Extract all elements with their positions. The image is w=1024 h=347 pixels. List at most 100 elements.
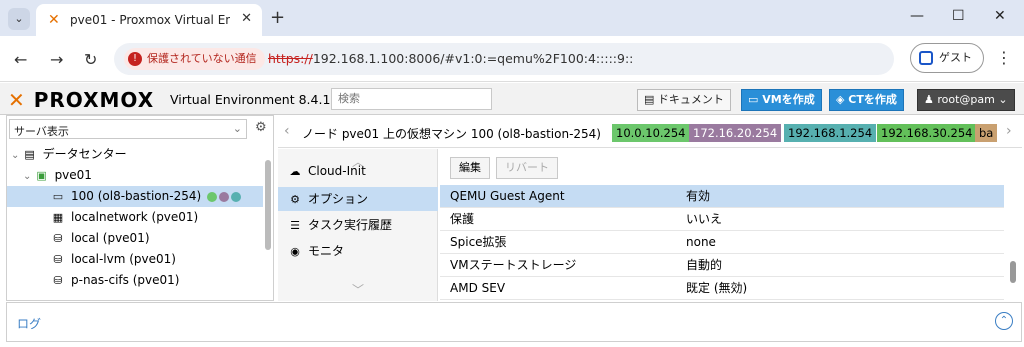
create-ct-label: CTを作成 [848, 93, 897, 106]
chevron-down-icon: ⌄ [232, 122, 242, 135]
tree-scrollbar[interactable] [265, 150, 271, 296]
gear-icon[interactable]: ⚙ [255, 120, 267, 135]
documentation-button[interactable]: ▤ ドキュメント [637, 89, 731, 111]
tree-item-storage[interactable]: ⛁ local (pve01) [7, 228, 263, 249]
tab-title: pve01 - Proxmox Virtual Environ [70, 13, 230, 27]
guest-profile-button[interactable]: ゲスト [910, 43, 984, 73]
profile-icon [919, 51, 933, 65]
resource-tree-panel: サーバ表示 ⌄ ⚙ ⌄ ▤ データセンター ⌄ ▣ pve01 ▭ 100 (ol8-b… [6, 115, 274, 301]
tree-item-vm[interactable]: ▭ 100 (ol8-bastion-254) [7, 186, 263, 207]
create-ct-button[interactable]: ◈ CTを作成 [829, 89, 904, 111]
scroll-down-icon[interactable]: ﹀ [352, 281, 364, 298]
gear-icon: ⚙ [290, 193, 300, 206]
tree-item-label: local-lvm (pve01) [71, 252, 176, 266]
storage-icon: ⛁ [53, 231, 63, 245]
tree-item-storage[interactable]: ⛁ local-lvm (pve01) [7, 249, 263, 270]
options-grid: QEMU Guest Agent 有効 保護 いいえ Spice拡張 none VMス… [440, 185, 1004, 301]
table-row[interactable]: VMステートストレージ 自動的 [440, 254, 1004, 277]
close-tab-icon[interactable]: ✕ [241, 11, 252, 26]
browser-tab[interactable]: ✕ pve01 - Proxmox Virtual Environ ✕ [36, 4, 262, 36]
submenu-item-cloud-init[interactable]: ☁ Cloud-Init [278, 159, 438, 183]
url-text[interactable]: https://192.168.1.100:8006/#v1:0:=qemu%2… [268, 51, 633, 66]
option-value: 自動的 [686, 258, 723, 272]
search-input[interactable] [331, 88, 492, 110]
breadcrumb-text: ノード pve01 上の仮想マシン 100 (ol8-bastion-254) [302, 127, 601, 141]
vm-submenu: ︿ ☁ Cloud-Init ⚙ オプション ☰ タスク実行履歴 ◉ モニタ ﹀ [278, 149, 438, 301]
tag-dot [207, 191, 217, 202]
proxmox-favicon-icon: ✕ [48, 12, 60, 28]
tag-badge: 192.168.30.254 [877, 124, 977, 142]
logo-text: PROXMOX [33, 88, 155, 112]
tree-item-node[interactable]: ⌄ ▣ pve01 [7, 165, 263, 186]
tree-item-label: p-nas-cifs (pve01) [71, 273, 180, 287]
forward-icon[interactable]: → [50, 50, 63, 69]
product-version: Virtual Environment 8.4.16 [170, 92, 339, 107]
book-icon: ▤ [644, 93, 658, 106]
security-label: 保護されていない通信 [147, 52, 257, 65]
minimize-icon[interactable]: — [910, 8, 924, 24]
tree-item-label: 100 (ol8-bastion-254) [71, 189, 202, 203]
submenu-label: オプション [308, 192, 369, 206]
edit-button[interactable]: 編集 [450, 157, 490, 179]
table-row[interactable]: 保護 いいえ [440, 208, 1004, 231]
vm-icon: ▭ [52, 189, 64, 203]
option-value: none [686, 235, 716, 249]
option-value: 既定 (無効) [686, 281, 748, 295]
chevron-down-icon: ⌄ [994, 93, 1008, 106]
submenu-item-options[interactable]: ⚙ オプション [278, 187, 438, 211]
chevron-left-icon[interactable]: ‹ [284, 123, 290, 139]
tree-item-label: local (pve01) [71, 231, 150, 245]
table-row[interactable]: QEMU Guest Agent 有効 [440, 185, 1004, 208]
network-icon: ▦ [52, 210, 64, 224]
security-warning[interactable]: ! 保護されていない通信 [124, 48, 265, 70]
maximize-icon[interactable]: ☐ [952, 8, 965, 24]
scrollbar-thumb[interactable] [1010, 261, 1016, 283]
back-icon[interactable]: ← [14, 50, 27, 69]
guest-label: ゲスト [939, 51, 972, 64]
log-label[interactable]: ログ [17, 315, 41, 332]
new-tab-button[interactable]: + [270, 7, 285, 28]
tag-badge: ba [975, 124, 998, 142]
storage-icon: ⛁ [53, 273, 63, 287]
expand-up-icon[interactable]: ⌃ [995, 312, 1013, 330]
docs-label: ドキュメント [657, 93, 724, 106]
create-vm-label: VMを作成 [762, 93, 815, 106]
table-row[interactable]: AMD SEV 既定 (無効) [440, 277, 1004, 300]
create-vm-button[interactable]: ▭ VMを作成 [741, 89, 822, 111]
tree-item-datacenter[interactable]: ⌄ ▤ データセンター [7, 144, 263, 165]
url-box[interactable]: ! 保護されていない通信 https://192.168.1.100:8006/#… [114, 43, 894, 75]
node-icon: ▣ [36, 168, 47, 182]
cloud-icon: ☁ [289, 165, 301, 178]
close-window-icon[interactable]: ✕ [994, 8, 1006, 24]
tree-item-network[interactable]: ▦ localnetwork (pve01) [7, 207, 263, 228]
submenu-label: Cloud-Init [308, 164, 366, 178]
user-menu-button[interactable]: ♟ root@pam ⌄ [917, 89, 1015, 111]
grid-scrollbar[interactable] [1008, 185, 1018, 301]
chevron-right-icon[interactable]: › [1006, 123, 1012, 139]
warning-icon: ! [128, 52, 142, 66]
table-row[interactable]: Spice拡張 none [440, 231, 1004, 254]
tree-item-storage[interactable]: ⛁ p-nas-cifs (pve01) [7, 270, 263, 291]
browser-menu-icon[interactable]: ⋮ [996, 48, 1012, 67]
url-rest: 192.168.1.100:8006/#v1:0:=qemu%2F100:4::… [312, 51, 634, 66]
option-key: Spice拡張 [450, 235, 507, 249]
view-label: サーバ表示 [14, 125, 69, 138]
tab-list-button[interactable]: ⌄ [8, 8, 30, 30]
url-protocol: https:// [268, 51, 313, 66]
tag-dot [219, 191, 229, 202]
scrollbar-thumb[interactable] [265, 160, 271, 250]
monitor-icon: ▭ [748, 93, 763, 106]
tag-badge: 10.0.10.254 [612, 124, 690, 142]
user-label: root@pam [937, 93, 995, 106]
reload-icon[interactable]: ↻ [84, 50, 97, 69]
view-selector[interactable]: サーバ表示 ⌄ [9, 119, 247, 139]
revert-button[interactable]: リバート [496, 157, 558, 179]
tree-item-label: pve01 [54, 168, 92, 182]
log-panel: ログ ⌃ [6, 302, 1022, 342]
submenu-item-monitor[interactable]: ◉ モニタ [278, 239, 438, 263]
resource-tree: ⌄ ▤ データセンター ⌄ ▣ pve01 ▭ 100 (ol8-bastion-25… [7, 144, 263, 302]
option-key: 保護 [450, 212, 475, 226]
breadcrumb: ‹ ノード pve01 上の仮想マシン 100 (ol8-bastion-254… [278, 115, 1022, 148]
submenu-item-task-history[interactable]: ☰ タスク実行履歴 [278, 213, 438, 237]
proxmox-x-icon: ✕ [8, 88, 26, 112]
